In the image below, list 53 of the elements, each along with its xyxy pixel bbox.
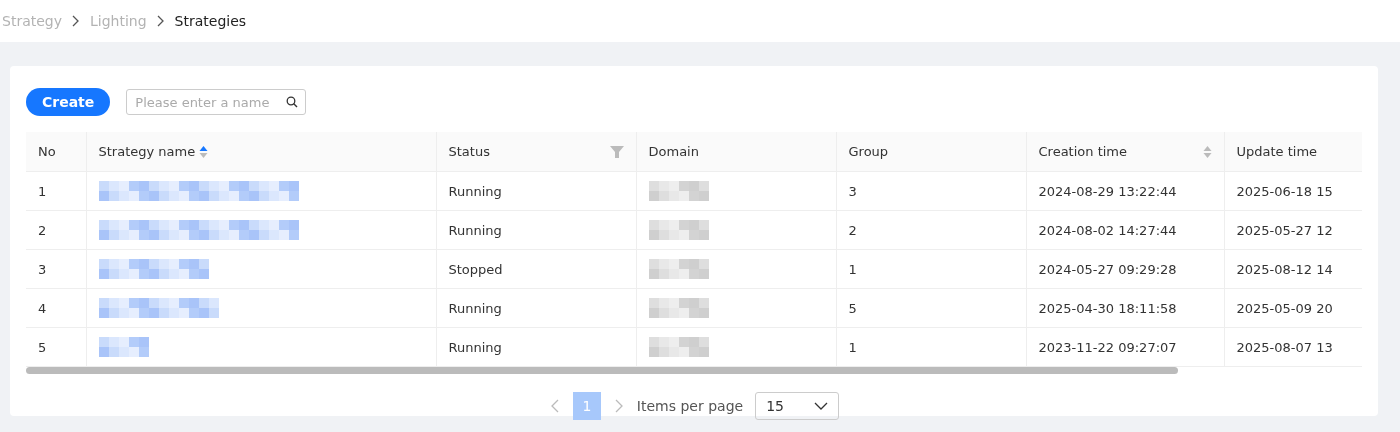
column-header: Status: [448, 144, 490, 159]
filter-icon[interactable]: [609, 145, 624, 158]
blurred-text-drawing: [648, 259, 709, 279]
table-cell: 2025-05-09 20: [1224, 288, 1362, 328]
table-cell: 1: [836, 327, 1026, 367]
table-cell: 2025-08-12 14: [1224, 249, 1362, 289]
table-cell: 3: [836, 171, 1026, 211]
table-cell: Running: [436, 327, 636, 367]
table-cell: 2025-04-30 18:11:58: [1026, 288, 1224, 328]
column-header: Creation time: [1038, 144, 1127, 159]
table-cell: 3: [26, 249, 86, 289]
search-field[interactable]: Please enter a name: [126, 89, 307, 115]
column-header: No: [38, 144, 56, 159]
sort-icon[interactable]: [199, 144, 209, 159]
table-cell: 2024-08-02 14:27:44: [1026, 210, 1224, 250]
table-cell: 2: [836, 210, 1026, 250]
table-cell: 2024-08-29 13:22:44: [1026, 171, 1224, 211]
blurred-text-drawing: [648, 298, 709, 318]
table-cell: 5: [836, 288, 1026, 328]
column-header: Update time: [1236, 144, 1318, 159]
table-cell: 2025-08-07 13: [1224, 327, 1362, 367]
table-cell: 2025-05-27 12: [1224, 210, 1362, 250]
chevron-down-icon: [814, 402, 829, 410]
chevron-icon: [156, 15, 165, 27]
column-header: Group: [848, 144, 889, 159]
blurred-text-drawing: [648, 337, 709, 357]
table-cell: 2024-05-27 09:29:28: [1026, 249, 1224, 289]
table-cell: 1: [836, 249, 1026, 289]
breadcrumb-item[interactable]: Strategy: [2, 13, 62, 29]
table-cell: Stopped: [436, 249, 636, 289]
page-button[interactable]: 1: [572, 392, 601, 420]
scrollbar-thumb[interactable]: [26, 367, 1178, 374]
table-cell: Running: [436, 171, 636, 211]
table-cell: 4: [26, 288, 86, 328]
breadcrumb-item[interactable]: Lighting: [90, 13, 147, 29]
table-cell: 2025-06-18 15: [1224, 171, 1362, 211]
sort-icon[interactable]: [1202, 144, 1212, 159]
page-size-select[interactable]: 15: [755, 392, 840, 420]
chevron-icon: [72, 15, 80, 27]
blurred-text-drawing: [648, 181, 709, 201]
breadcrumb-item: Strategies: [174, 13, 247, 29]
blurred-text-drawing: [98, 337, 149, 357]
column-header: Strategy name: [98, 144, 196, 159]
page-size-label: Items per page: [636, 398, 744, 414]
table-cell: Running: [436, 210, 636, 250]
table-cell: 5: [26, 327, 86, 367]
create-button[interactable]: Create: [26, 88, 111, 116]
table-cell: 1: [26, 171, 86, 211]
table-cell: Running: [436, 288, 636, 328]
column-header: Domain: [648, 144, 699, 159]
table-cell: 2: [26, 210, 86, 250]
table-cell: 2023-11-22 09:27:07: [1026, 327, 1224, 367]
blurred-text-drawing: [648, 220, 709, 240]
